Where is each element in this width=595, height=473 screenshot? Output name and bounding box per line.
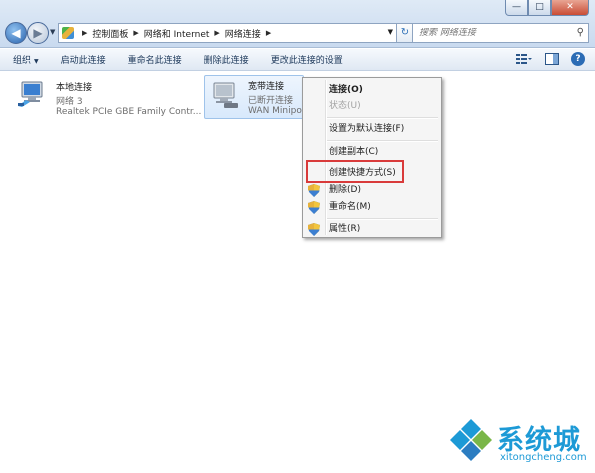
connection-item-local[interactable]: 本地连接 网络 3 Realtek PCIe GBE Family Contr.… <box>14 76 214 120</box>
window-controls: — □ ✕ <box>505 0 589 16</box>
shield-icon <box>308 184 320 197</box>
minimize-button[interactable]: — <box>505 0 528 16</box>
command-bar: 组织 ▼ 启动此连接 重命名此连接 删除此连接 更改此连接的设置 ? <box>0 49 595 71</box>
connection-name: 宽带连接 <box>248 82 285 92</box>
help-icon[interactable]: ? <box>571 52 585 66</box>
connection-device: Realtek PCIe GBE Family Contr... <box>56 107 202 117</box>
breadcrumb-control-panel[interactable]: 控制面板 <box>92 27 128 40</box>
layout-icon <box>545 53 559 65</box>
forward-button[interactable]: ▶ <box>27 22 49 44</box>
chevron-right-icon[interactable]: ▶ <box>214 29 219 37</box>
shield-icon <box>308 223 320 236</box>
back-button[interactable]: ◀ <box>5 22 27 44</box>
maximize-button[interactable]: □ <box>528 0 551 16</box>
connection-status: 网络 3 <box>56 97 83 107</box>
menu-item-connect[interactable]: 连接(O) <box>329 82 363 98</box>
control-panel-icon <box>62 27 74 39</box>
menu-item-rename[interactable]: 重命名(M) <box>329 199 371 215</box>
search-input[interactable] <box>419 28 569 38</box>
connection-status: 已断开连接 <box>248 96 294 106</box>
shield-icon <box>308 201 320 214</box>
chevron-right-icon[interactable]: ▶ <box>82 29 87 37</box>
context-menu: 连接(O) 状态(U) 设置为默认连接(F) 创建副本(C) 创建快捷方式(S)… <box>302 77 442 238</box>
change-settings-button[interactable]: 更改此连接的设置 <box>271 53 343 66</box>
search-icon[interactable]: ⚲ <box>577 27 584 38</box>
breadcrumb-network-internet[interactable]: 网络和 Internet <box>144 27 210 40</box>
menu-separator <box>327 140 438 142</box>
watermark-logo-icon <box>450 419 492 461</box>
window-chrome: — □ ✕ ◀ ▶ ▼ ▶ 控制面板 ▶ 网络和 Internet ▶ 网络连接… <box>0 0 595 48</box>
breadcrumb-network-connections[interactable]: 网络连接 <box>225 27 261 40</box>
delete-connection-button[interactable]: 删除此连接 <box>204 53 249 66</box>
chevron-right-icon[interactable]: ▶ <box>266 29 271 37</box>
connections-pane: 本地连接 网络 3 Realtek PCIe GBE Family Contr.… <box>0 72 595 473</box>
start-connection-button[interactable]: 启动此连接 <box>61 53 106 66</box>
menu-item-set-default[interactable]: 设置为默认连接(F) <box>329 121 404 137</box>
toolbar-right: ? <box>515 52 585 66</box>
computer-icon <box>18 81 43 107</box>
close-button[interactable]: ✕ <box>551 0 589 16</box>
computer-icon <box>213 82 238 108</box>
menu-item-create-copy[interactable]: 创建副本(C) <box>329 144 378 160</box>
organize-label: 组织 <box>13 56 32 66</box>
watermark-url: xitongcheng.com <box>500 452 587 463</box>
forward-arrow-icon: ▶ <box>33 26 43 40</box>
menu-separator <box>327 218 438 220</box>
connection-device: WAN Minipo <box>248 106 302 116</box>
menu-item-status: 状态(U) <box>329 101 361 111</box>
search-box[interactable]: ⚲ <box>412 23 589 43</box>
preview-pane-button[interactable] <box>543 52 561 66</box>
view-icon <box>516 54 532 64</box>
refresh-icon: ↻ <box>400 27 410 38</box>
chevron-down-icon: ▼ <box>34 58 39 65</box>
connection-name: 本地连接 <box>56 83 93 93</box>
back-arrow-icon: ◀ <box>11 26 21 40</box>
menu-item-delete[interactable]: 删除(D) <box>329 182 361 198</box>
address-bar[interactable]: ▶ 控制面板 ▶ 网络和 Internet ▶ 网络连接 ▶ ▼ <box>58 23 398 43</box>
view-options-button[interactable] <box>515 52 533 66</box>
organize-menu[interactable]: 组织 ▼ <box>13 53 39 66</box>
address-dropdown-icon[interactable]: ▼ <box>388 28 393 36</box>
chevron-right-icon[interactable]: ▶ <box>133 29 138 37</box>
connection-item-broadband[interactable]: 宽带连接 已断开连接 WAN Minipo <box>204 75 304 119</box>
menu-item-properties[interactable]: 属性(R) <box>329 221 360 237</box>
menu-separator <box>327 117 438 119</box>
rename-connection-button[interactable]: 重命名此连接 <box>128 53 182 66</box>
recent-pages-dropdown[interactable]: ▼ <box>50 28 55 36</box>
highlight-box <box>306 160 404 183</box>
